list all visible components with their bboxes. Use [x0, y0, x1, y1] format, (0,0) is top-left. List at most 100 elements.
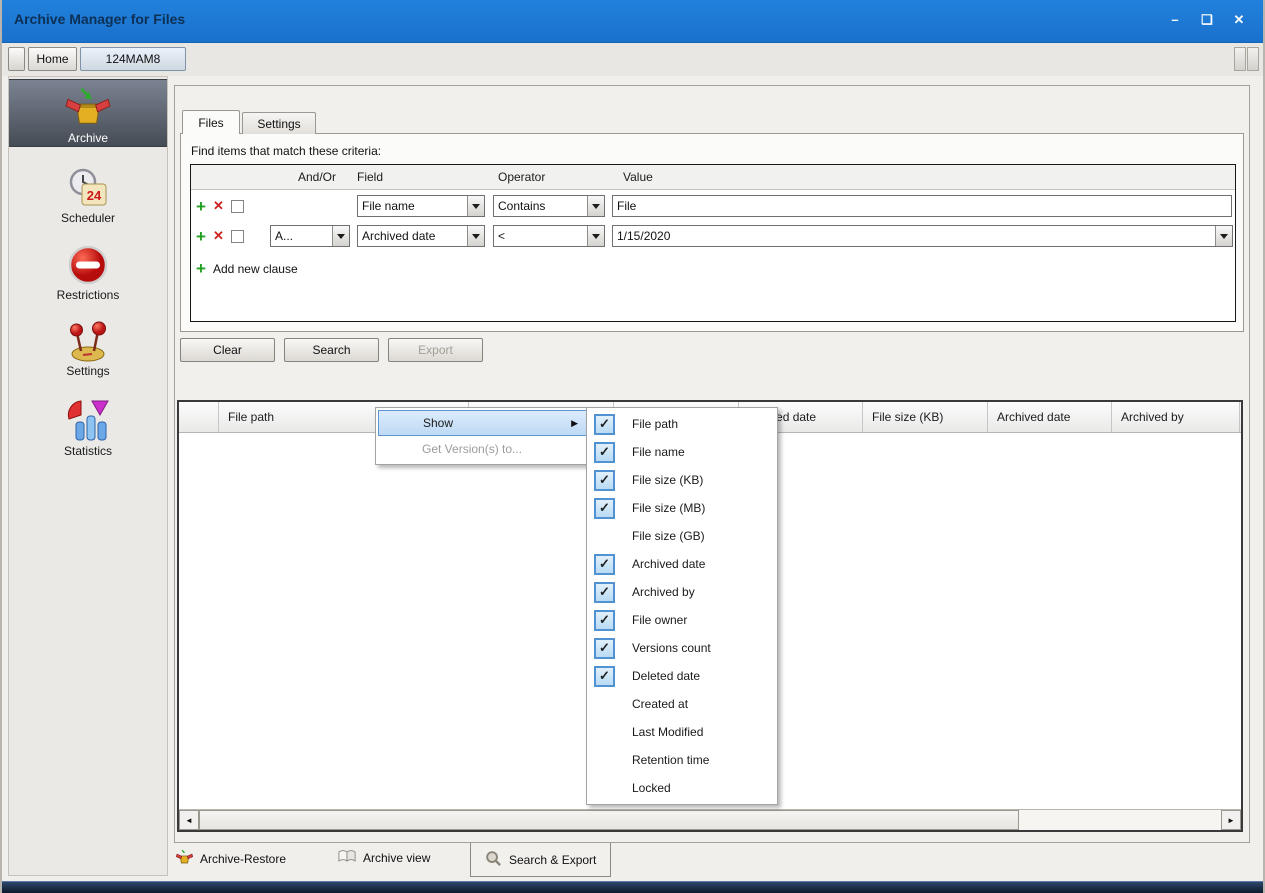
- chevron-down-icon[interactable]: [332, 226, 349, 246]
- column-menu-label: File size (GB): [632, 529, 705, 543]
- magnifier-icon: [485, 850, 502, 870]
- sidebar-item-scheduler[interactable]: 24 Scheduler: [9, 167, 167, 225]
- column-menu-label: Last Modified: [632, 725, 703, 739]
- column-menu-item-last-modified[interactable]: ✓ Last Modified: [589, 718, 775, 746]
- chevron-down-icon[interactable]: [467, 226, 484, 246]
- sidebar: Archive 24 Scheduler Restr: [8, 76, 168, 876]
- criteria-row-actions: + ✕: [196, 195, 244, 217]
- add-clause-icon[interactable]: +: [196, 228, 206, 245]
- field-select[interactable]: Archived date: [357, 225, 485, 247]
- add-new-clause-label: Add new clause: [213, 262, 298, 276]
- column-menu-item-versions-count[interactable]: ✓ Versions count: [589, 634, 775, 662]
- column-menu-item-file-size-gb[interactable]: ✓ File size (GB): [589, 522, 775, 550]
- close-icon[interactable]: ✕: [1231, 12, 1247, 28]
- column-menu-item-file-path[interactable]: ✓ File path: [589, 410, 775, 438]
- chevron-down-icon[interactable]: [587, 196, 604, 216]
- field-select-value: Archived date: [358, 229, 467, 243]
- column-menu-label: File size (KB): [632, 473, 703, 487]
- grid-column-header[interactable]: [179, 402, 219, 432]
- column-menu-label: Archived by: [632, 585, 695, 599]
- tab-files[interactable]: Files: [182, 110, 240, 134]
- column-menu-label: File owner: [632, 613, 687, 627]
- bottom-tab-search-export[interactable]: Search & Export: [470, 843, 611, 877]
- bottom-tab-archive-view[interactable]: Archive view: [338, 849, 430, 866]
- criteria-row-actions: + ✕: [196, 225, 244, 247]
- column-menu-item-archived-by[interactable]: ✓ Archived by: [589, 578, 775, 606]
- criteria-col-operator: Operator: [498, 170, 545, 184]
- checkbox-checked-icon: ✓: [594, 582, 615, 603]
- minimize-icon[interactable]: –: [1167, 12, 1183, 28]
- checkbox-checked-icon: ✓: [594, 638, 615, 659]
- archive-box-icon: [64, 85, 112, 129]
- column-menu-item-file-size-kb[interactable]: ✓ File size (KB): [589, 466, 775, 494]
- clause-checkbox[interactable]: [231, 200, 244, 213]
- sidebar-item-settings[interactable]: Settings: [9, 320, 167, 378]
- sidebar-item-archive[interactable]: Archive: [9, 79, 167, 147]
- checkbox-checked-icon: ✓: [594, 470, 615, 491]
- column-menu-item-file-size-mb[interactable]: ✓ File size (MB): [589, 494, 775, 522]
- add-clause-icon[interactable]: +: [196, 198, 206, 215]
- grid-context-menu: Show ▶ Get Version(s) to...: [375, 407, 591, 465]
- column-menu-label: Deleted date: [632, 669, 700, 683]
- clear-button[interactable]: Clear: [180, 338, 275, 362]
- operator-select[interactable]: Contains: [493, 195, 605, 217]
- titlebar: Archive Manager for Files – ❑ ✕: [2, 0, 1263, 43]
- column-menu-item-file-owner[interactable]: ✓ File owner: [589, 606, 775, 634]
- nav-tab-label: Home: [36, 52, 68, 66]
- maximize-icon[interactable]: ❑: [1199, 12, 1215, 28]
- value-input[interactable]: [612, 195, 1232, 217]
- column-menu-item-file-name[interactable]: ✓ File name: [589, 438, 775, 466]
- grid-column-header-file-size-kb[interactable]: File size (KB): [863, 402, 988, 432]
- bottom-tab-archive-restore[interactable]: Archive-Restore: [176, 849, 286, 868]
- sidebar-item-statistics[interactable]: Statistics: [9, 398, 167, 456]
- tab-stub-button[interactable]: [8, 47, 25, 71]
- column-menu-item-archived-date[interactable]: ✓ Archived date: [589, 550, 775, 578]
- sidebar-item-restrictions[interactable]: Restrictions: [9, 244, 167, 302]
- sidebar-item-label: Scheduler: [61, 211, 115, 225]
- checkbox-checked-icon: ✓: [594, 498, 615, 519]
- scrollbar-thumb[interactable]: [199, 810, 1019, 830]
- context-menu-item-get-versions[interactable]: Get Version(s) to...: [378, 436, 588, 462]
- column-menu-item-created-at[interactable]: ✓ Created at: [589, 690, 775, 718]
- tab-settings[interactable]: Settings: [242, 112, 316, 134]
- column-menu-label: File name: [632, 445, 685, 459]
- window-controls: – ❑ ✕: [1167, 12, 1247, 28]
- column-menu-label: Archived date: [632, 557, 705, 571]
- scroll-right-icon[interactable]: ►: [1221, 810, 1241, 830]
- open-book-icon: [338, 849, 356, 866]
- scroll-left-icon[interactable]: ◄: [179, 810, 199, 830]
- joystick-icon: [64, 320, 112, 362]
- checkbox-checked-icon: ✓: [594, 610, 615, 631]
- column-menu-label: Versions count: [632, 641, 711, 655]
- grid-column-header-archived-date[interactable]: Archived date: [988, 402, 1112, 432]
- grid-column-header-archived-by[interactable]: Archived by: [1112, 402, 1240, 432]
- chevron-down-icon[interactable]: [467, 196, 484, 216]
- chevron-down-icon[interactable]: [1215, 226, 1232, 246]
- tabrow-scroll-buttons[interactable]: [1234, 47, 1259, 71]
- chevron-down-icon[interactable]: [587, 226, 604, 246]
- context-menu-item-show[interactable]: Show ▶: [378, 410, 588, 436]
- nav-tabrow: Home 124MAM8: [2, 43, 1263, 76]
- andor-select[interactable]: A...: [270, 225, 350, 247]
- field-select[interactable]: File name: [357, 195, 485, 217]
- nav-tab-home[interactable]: Home: [28, 47, 77, 71]
- horizontal-scrollbar[interactable]: ◄ ►: [179, 809, 1241, 830]
- value-date-select[interactable]: 1/15/2020: [612, 225, 1233, 247]
- column-menu-item-retention-time[interactable]: ✓ Retention time: [589, 746, 775, 774]
- clear-button-label: Clear: [213, 343, 242, 357]
- export-button[interactable]: Export: [388, 338, 483, 362]
- remove-clause-icon[interactable]: ✕: [213, 228, 224, 244]
- column-menu-item-locked[interactable]: ✓ Locked: [589, 774, 775, 802]
- operator-select-value: Contains: [494, 199, 587, 213]
- search-button[interactable]: Search: [284, 338, 379, 362]
- submenu-arrow-icon: ▶: [571, 418, 578, 429]
- add-new-clause-link[interactable]: + Add new clause: [196, 260, 298, 277]
- criteria-table: And/Or Field Operator Value + ✕ File nam…: [190, 164, 1236, 322]
- plus-icon: +: [196, 260, 206, 277]
- nav-tab-124mam8[interactable]: 124MAM8: [80, 47, 186, 71]
- operator-select[interactable]: <: [493, 225, 605, 247]
- column-menu-label: File size (MB): [632, 501, 705, 515]
- clause-checkbox[interactable]: [231, 230, 244, 243]
- column-menu-item-deleted-date[interactable]: ✓ Deleted date: [589, 662, 775, 690]
- remove-clause-icon[interactable]: ✕: [213, 198, 224, 214]
